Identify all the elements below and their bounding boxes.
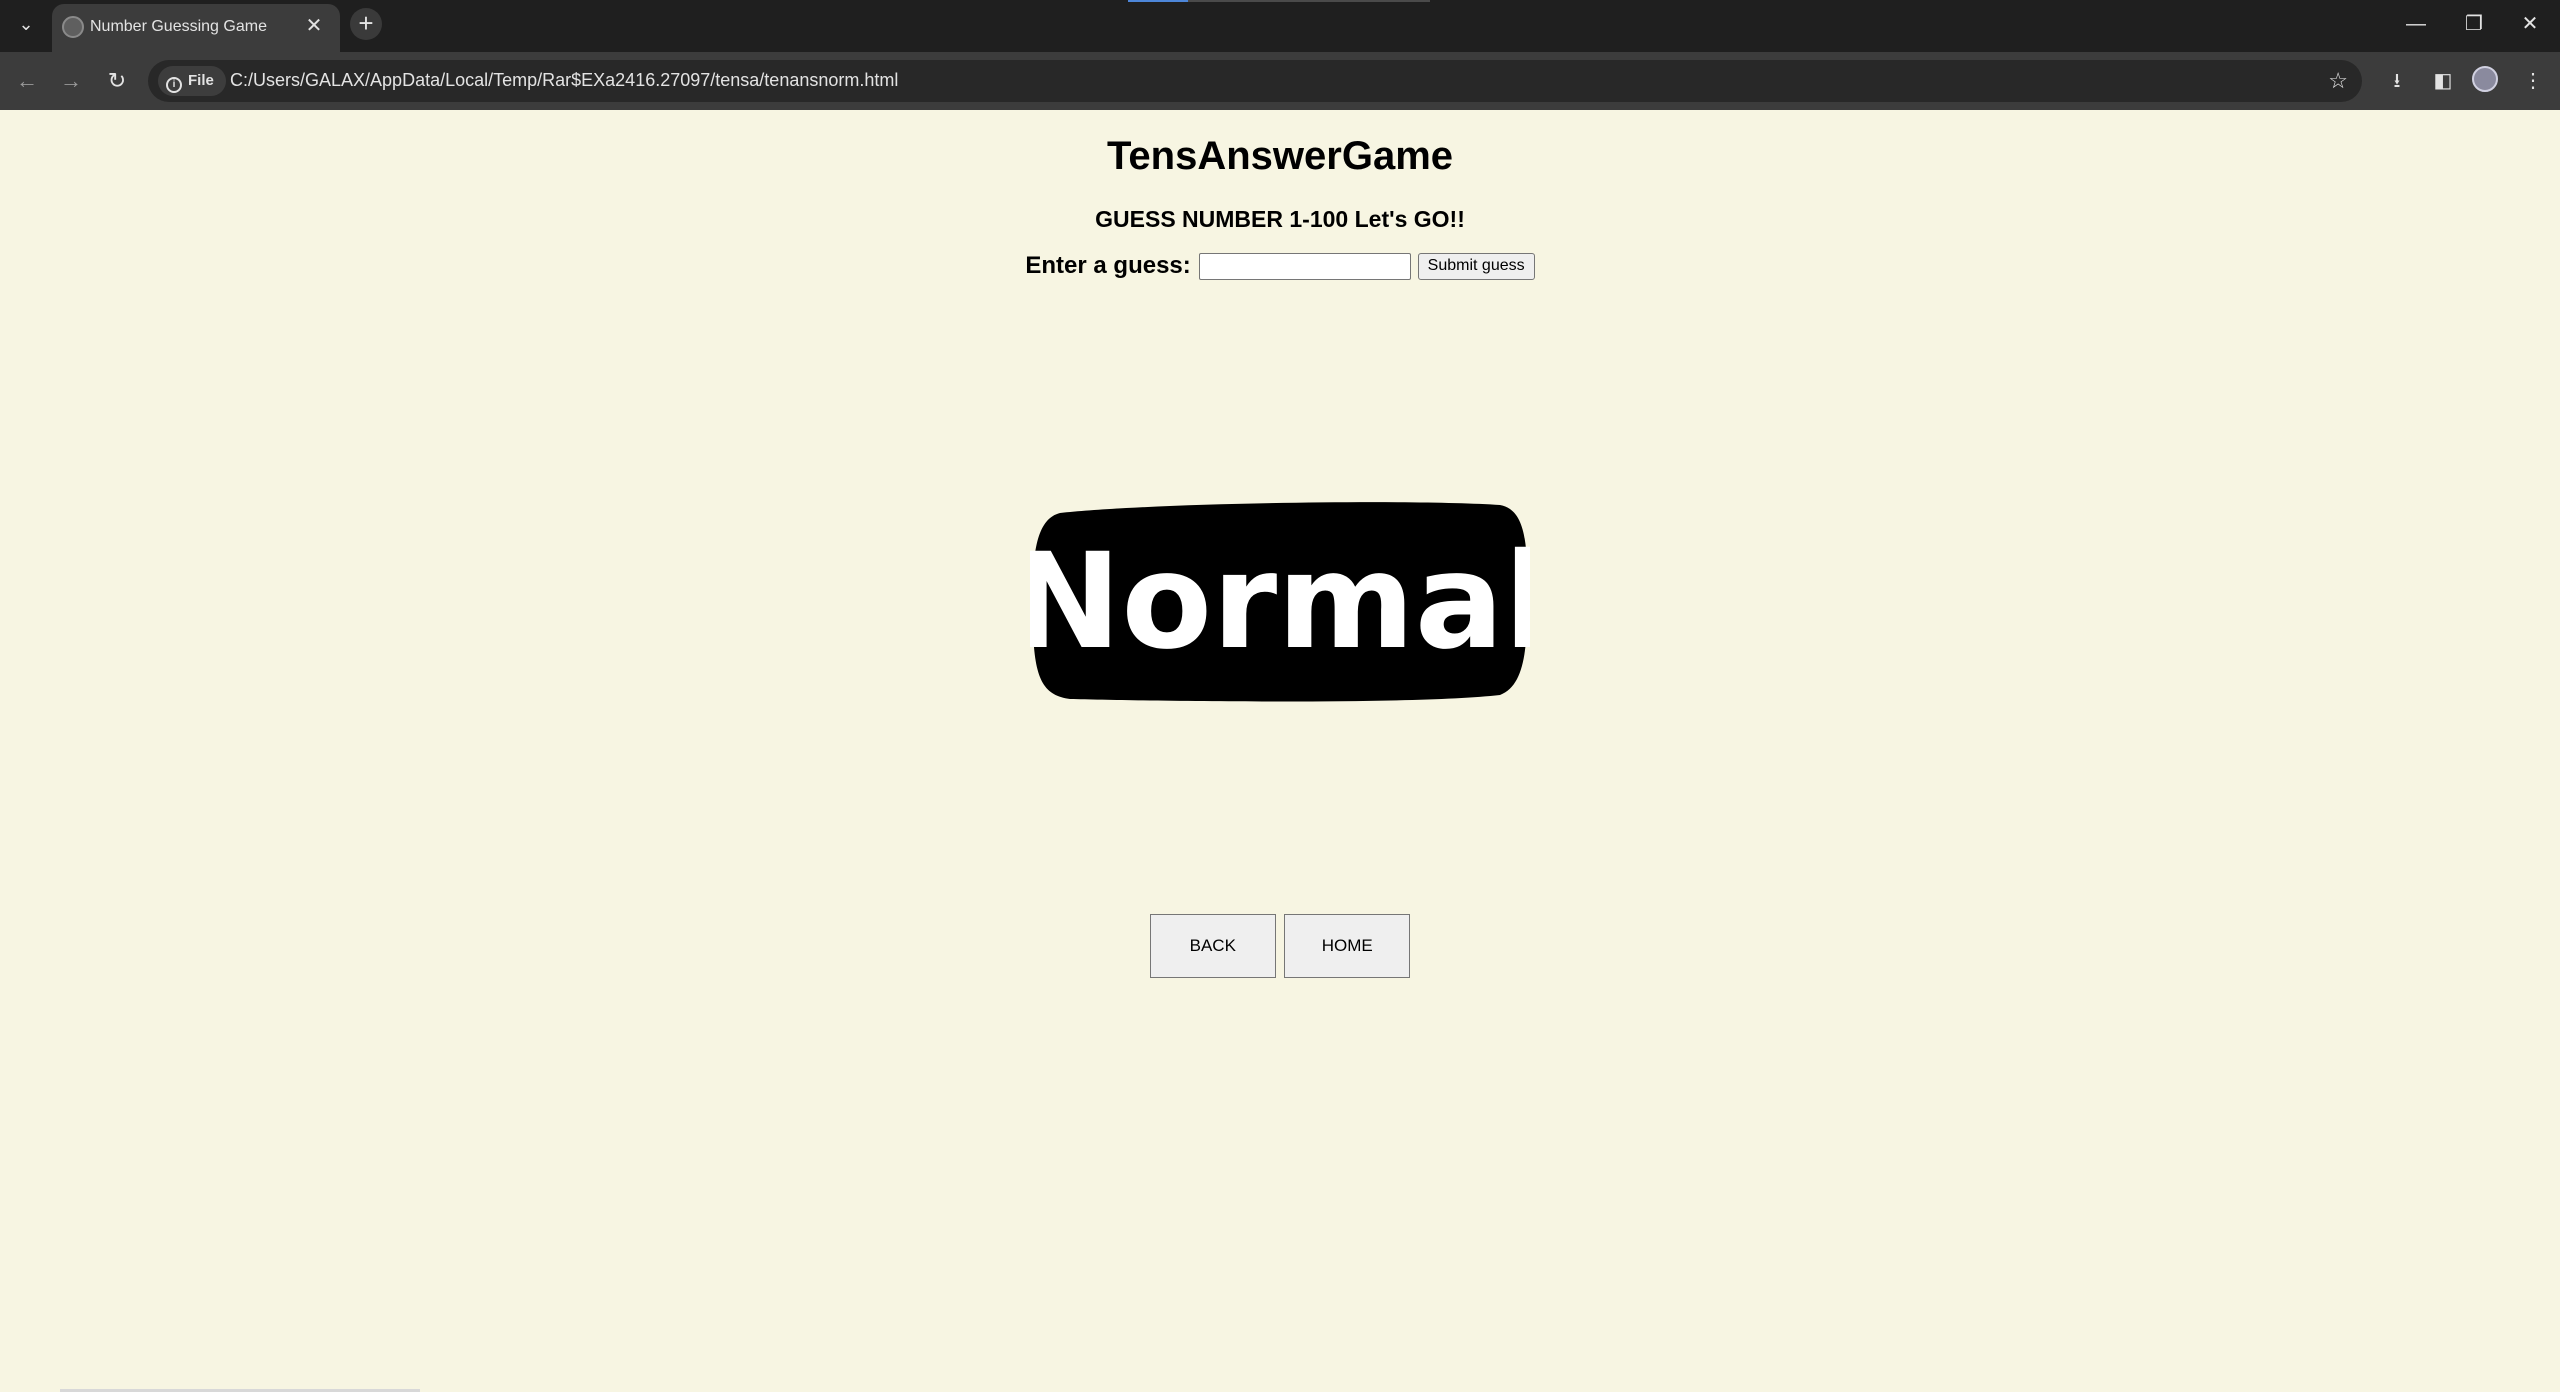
- badge-text: Normal: [1030, 525, 1530, 679]
- side-panel-icon[interactable]: ◧: [2426, 64, 2460, 98]
- page-content: TensAnswerGame GUESS NUMBER 1-100 Let's …: [0, 110, 2560, 1392]
- back-button[interactable]: BACK: [1149, 914, 1276, 978]
- restore-icon[interactable]: ❐: [2454, 10, 2494, 38]
- close-icon[interactable]: ✕: [302, 14, 326, 38]
- address-bar[interactable]: i File C:/Users/GALAX/AppData/Local/Temp/…: [148, 60, 2362, 102]
- window-close-icon[interactable]: ✕: [2510, 10, 2550, 38]
- site-info-chip[interactable]: i File: [158, 66, 226, 96]
- profile-avatar[interactable]: [2472, 66, 2498, 92]
- browser-tab[interactable]: Number Guessing Game ✕: [52, 4, 340, 52]
- arrow-right-icon[interactable]: →: [54, 64, 88, 98]
- guess-label: Enter a guess:: [1025, 252, 1191, 279]
- tab-strip-indicator-accent: [1128, 0, 1188, 2]
- new-tab-button[interactable]: +: [350, 8, 382, 40]
- site-info-label: File: [188, 72, 214, 89]
- page-subtitle: GUESS NUMBER 1-100 Let's GO!!: [1095, 206, 1465, 232]
- difficulty-badge-image: Normal: [1030, 502, 1530, 702]
- info-icon: i: [166, 77, 182, 93]
- guess-form: Enter a guess: Submit guess: [0, 252, 2560, 280]
- kebab-menu-icon[interactable]: ⋮: [2516, 64, 2550, 98]
- page-title: TensAnswerGame: [1106, 134, 1454, 178]
- download-icon[interactable]: ⭳: [2380, 64, 2414, 98]
- browser-toolbar: ← → ↻ i File C:/Users/GALAX/AppData/Local…: [0, 52, 2560, 110]
- minimize-icon[interactable]: —: [2396, 10, 2436, 38]
- star-icon[interactable]: ☆: [2328, 66, 2348, 96]
- guess-input[interactable]: [1199, 252, 1412, 280]
- globe-icon: [62, 16, 84, 38]
- tab-title: Number Guessing Game: [90, 18, 267, 35]
- home-button[interactable]: HOME: [1284, 914, 1411, 978]
- url-text[interactable]: C:/Users/GALAX/AppData/Local/Temp/Rar$EX…: [230, 70, 898, 91]
- submit-guess-button[interactable]: Submit guess: [1417, 252, 1535, 280]
- arrow-left-icon[interactable]: ←: [10, 64, 44, 98]
- browser-titlebar: ⌄ Number Guessing Game ✕ + — ❐ ✕: [0, 0, 2560, 52]
- chevron-down-icon[interactable]: ⌄: [12, 10, 40, 38]
- navigation-buttons: BACK HOME: [0, 914, 2560, 978]
- reload-icon[interactable]: ↻: [100, 64, 134, 98]
